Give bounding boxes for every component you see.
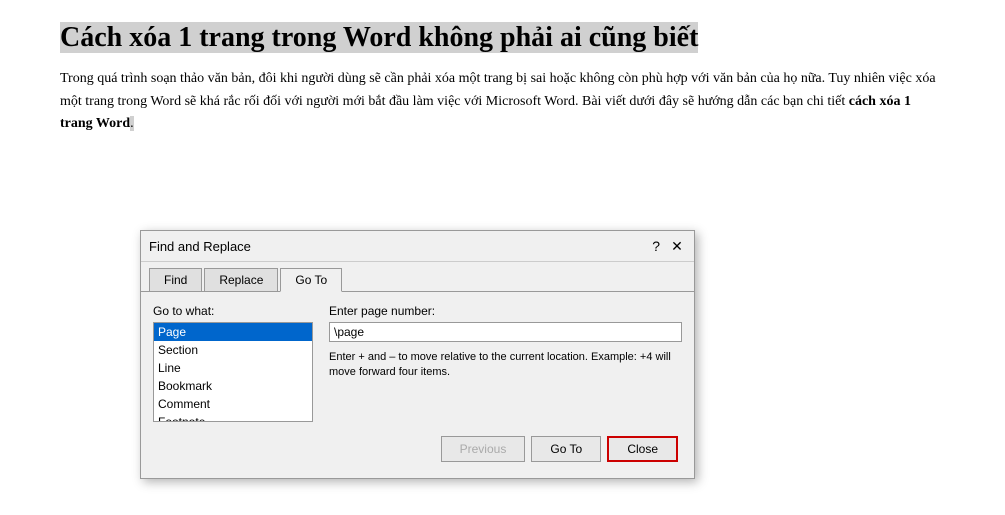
- dialog-titlebar: Find and Replace ? ✕: [141, 231, 694, 262]
- listbox-item-page[interactable]: Page: [154, 323, 312, 341]
- tab-replace[interactable]: Replace: [204, 268, 278, 291]
- dialog-title: Find and Replace: [149, 239, 251, 254]
- left-column: Go to what: Page Section Line Bookmark C…: [153, 304, 313, 422]
- goto-what-label: Go to what:: [153, 304, 313, 318]
- listbox-item-section[interactable]: Section: [154, 341, 312, 359]
- goto-button[interactable]: Go To: [531, 436, 601, 462]
- buttons-row: Previous Go To Close: [153, 436, 682, 466]
- listbox-item-footnote[interactable]: Footnote: [154, 413, 312, 422]
- tab-find[interactable]: Find: [149, 268, 202, 291]
- tab-goto[interactable]: Go To: [280, 268, 342, 292]
- right-column: Enter page number: Enter + and – to move…: [329, 304, 682, 422]
- dialog-help-icon[interactable]: ?: [652, 238, 660, 254]
- close-button[interactable]: Close: [607, 436, 678, 462]
- page-number-input[interactable]: [329, 322, 682, 342]
- dialog-close-button[interactable]: ✕: [668, 237, 686, 255]
- find-replace-dialog: Find and Replace ? ✕ Find Replace Go To …: [140, 230, 695, 479]
- listbox-item-bookmark[interactable]: Bookmark: [154, 377, 312, 395]
- dialog-controls: ? ✕: [652, 237, 686, 255]
- goto-listbox[interactable]: Page Section Line Bookmark Comment Footn…: [153, 322, 313, 422]
- tab-goto-content: Go to what: Page Section Line Bookmark C…: [141, 291, 694, 478]
- dialog-tabs: Find Replace Go To: [141, 262, 694, 291]
- listbox-item-line[interactable]: Line: [154, 359, 312, 377]
- dialog-overlay: Find and Replace ? ✕ Find Replace Go To …: [0, 0, 1005, 515]
- listbox-item-comment[interactable]: Comment: [154, 395, 312, 413]
- hint-text: Enter + and – to move relative to the cu…: [329, 350, 682, 381]
- previous-button[interactable]: Previous: [441, 436, 526, 462]
- content-row: Go to what: Page Section Line Bookmark C…: [153, 304, 682, 422]
- page-number-label: Enter page number:: [329, 304, 682, 318]
